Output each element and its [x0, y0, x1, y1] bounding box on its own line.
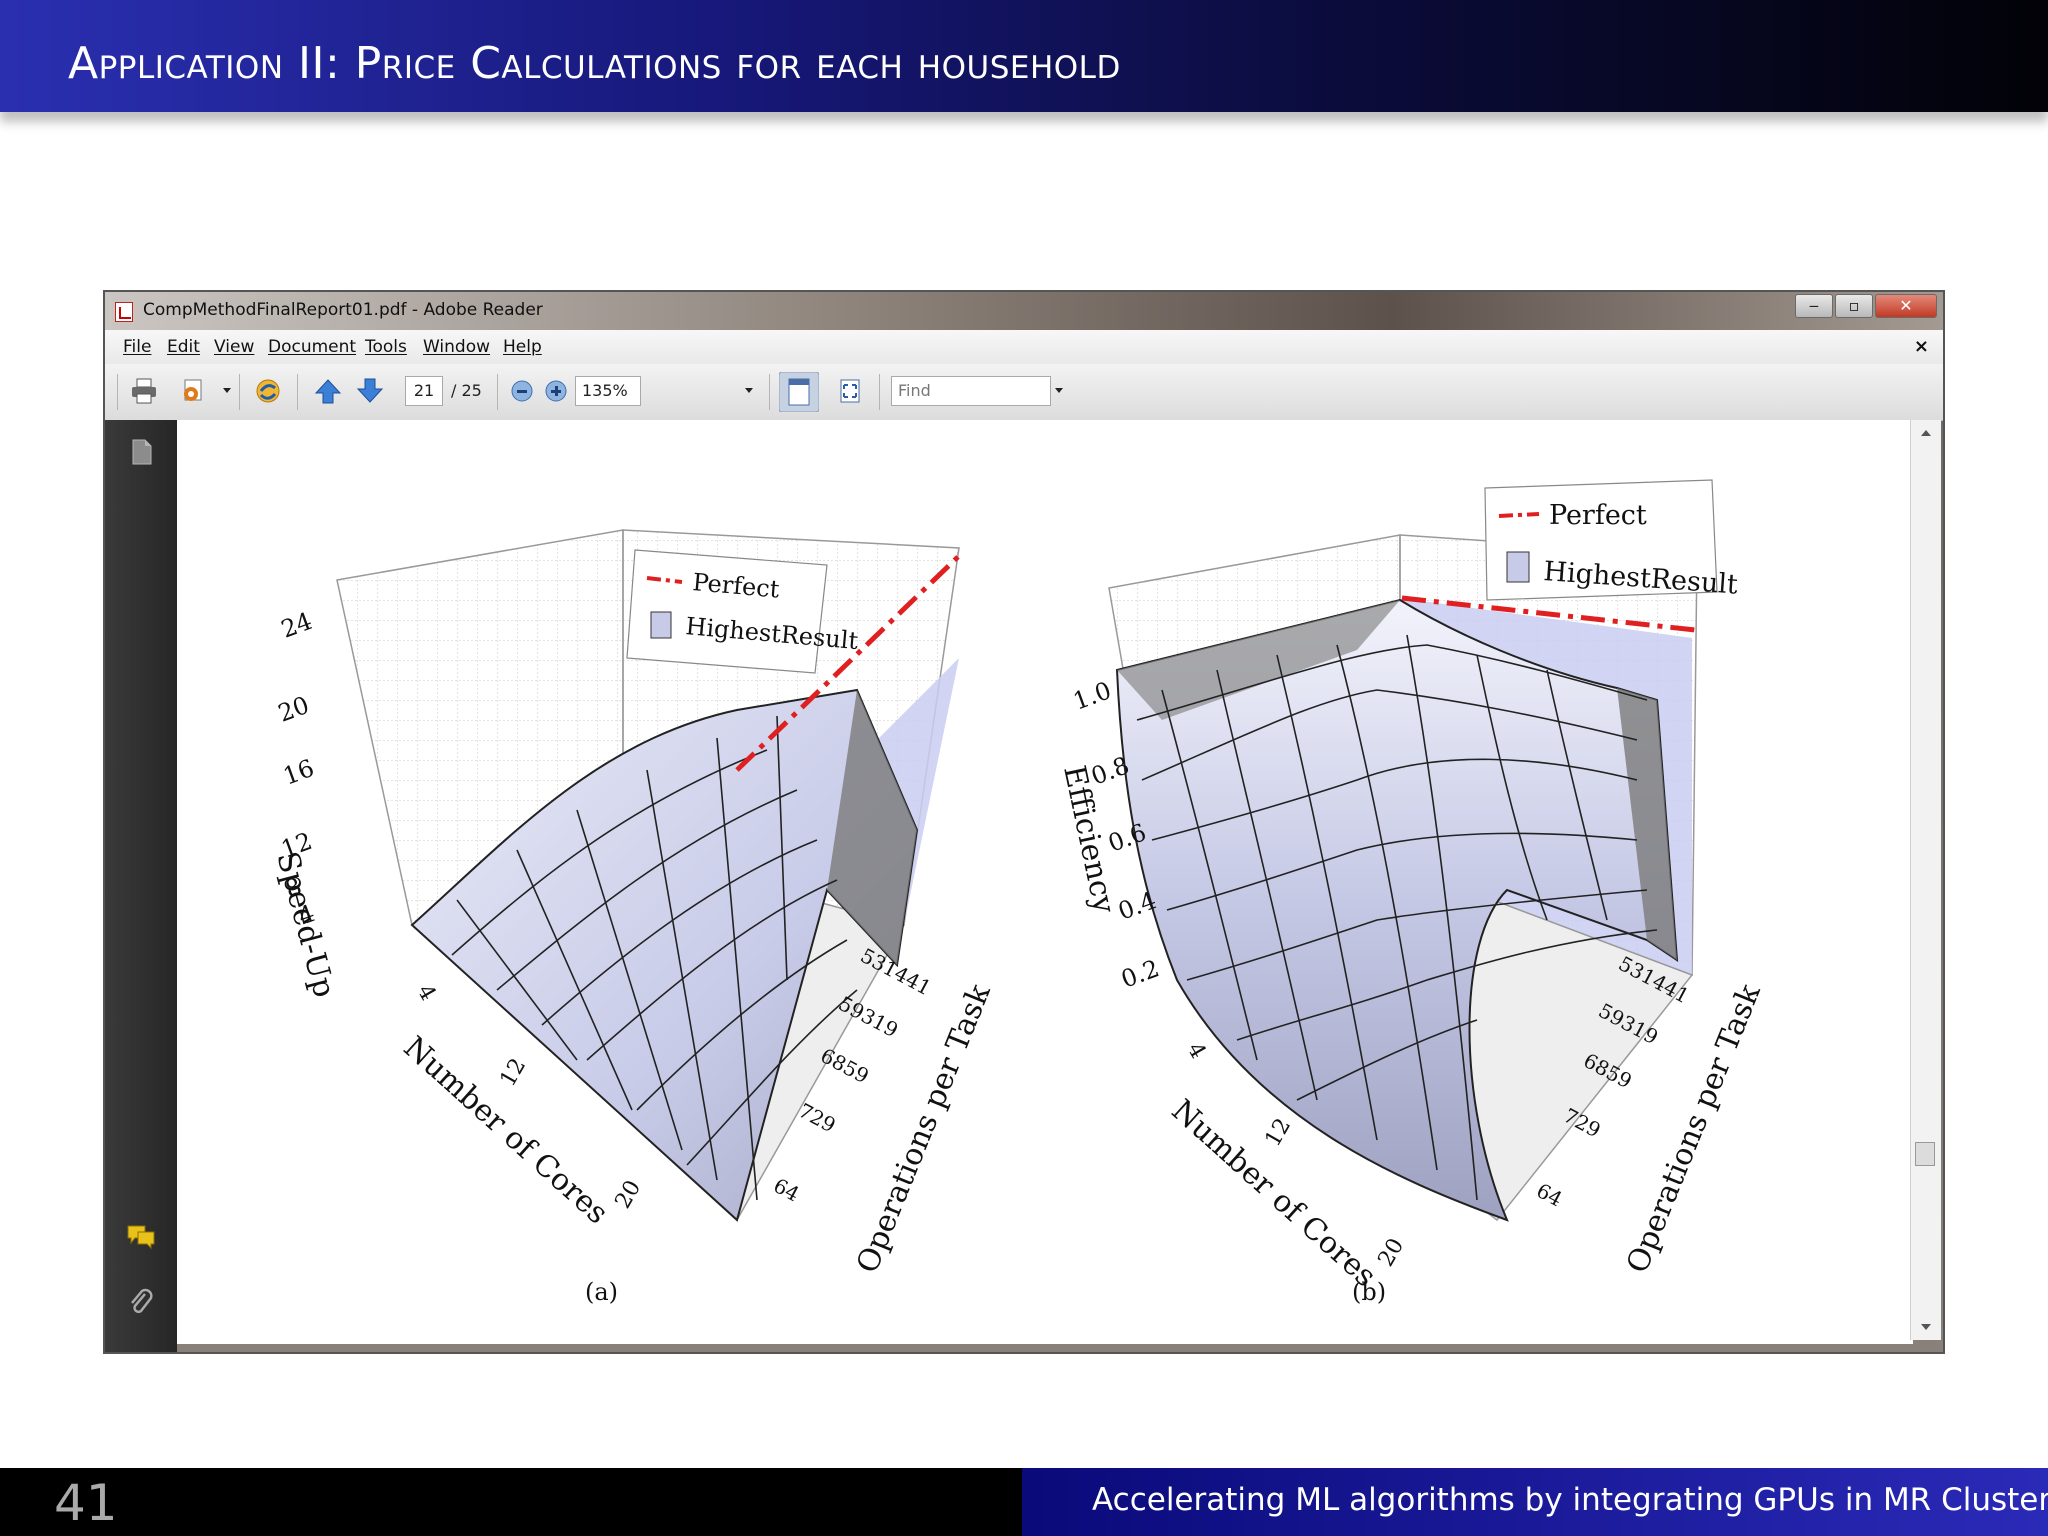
figure-canvas: Perfect HighestResult 4 8 12 16 20 24 Sp…	[269, 479, 1768, 1306]
chart-a-z-tick-16: 16	[279, 754, 317, 791]
menu-bar: File Edit View Document Tools Window Hel…	[105, 330, 1943, 365]
next-page-icon[interactable]	[355, 376, 385, 406]
scroll-up-arrow-icon[interactable]	[1921, 430, 1931, 436]
page-number-input[interactable]: 21	[405, 376, 443, 406]
scroll-down-arrow-icon[interactable]	[1921, 1324, 1931, 1330]
chart-b-legend-perfect-swatch	[1498, 512, 1540, 518]
document-close-button[interactable]: ×	[1914, 336, 1929, 357]
menu-edit[interactable]: Edit	[167, 337, 200, 357]
footer-text: Accelerating ML algorithms by integratin…	[1092, 1482, 2048, 1518]
menu-file[interactable]: File	[123, 337, 151, 357]
window-controls: ‒ ▫ ✕	[1795, 294, 1937, 318]
chart-a-x-tick-4: 4	[412, 981, 441, 1006]
chart-a-legend-highest-swatch	[650, 611, 672, 639]
chart-b: Perfect HighestResult 0.2 0.4 0.6 0.8 1.…	[1056, 479, 1768, 1306]
zoom-level-input[interactable]: 135%	[575, 376, 641, 406]
toolbar-separator	[769, 374, 770, 410]
chart-b-legend: Perfect HighestResult	[1484, 479, 1739, 601]
menu-document[interactable]: Document	[268, 337, 356, 357]
toolbar-separator	[239, 374, 240, 410]
menu-view[interactable]: View	[214, 337, 254, 357]
zoom-out-icon[interactable]	[507, 376, 537, 406]
zoom-dropdown-arrow[interactable]	[745, 388, 753, 393]
chart-a-zlabel: Speed-Up	[269, 848, 341, 1001]
chart-a-z-tick-24: 24	[277, 607, 315, 644]
find-input[interactable]: Find	[891, 376, 1051, 406]
chart-a-y-tick-59319: 59319	[835, 991, 902, 1042]
chart-b-legend-perfect: Perfect	[1549, 500, 1647, 531]
fit-width-icon[interactable]	[779, 372, 819, 412]
pdf-app-icon	[115, 302, 133, 322]
maximize-button[interactable]: ▫	[1835, 294, 1873, 318]
pages-icon[interactable]	[125, 436, 157, 468]
chart-a-z-tick-20: 20	[274, 691, 312, 728]
menu-window[interactable]: Window	[423, 337, 490, 357]
toolbar: 21 / 25 135% Find	[105, 364, 1943, 421]
share-icon[interactable]	[253, 376, 283, 406]
toolbar-separator	[497, 374, 498, 410]
create-pdf-icon[interactable]	[179, 376, 209, 406]
chart-a-x-tick-20: 20	[611, 1176, 647, 1213]
chart-b-z-tick-0.2: 0.2	[1117, 954, 1162, 993]
previous-page-icon[interactable]	[313, 376, 343, 406]
menu-help[interactable]: Help	[503, 337, 542, 357]
chart-b-x-tick-4: 4	[1182, 1039, 1211, 1064]
menu-tools[interactable]: Tools	[365, 337, 407, 357]
page-total: / 25	[451, 381, 482, 400]
slide-title: Application II: Price Calculations for e…	[68, 38, 1121, 89]
vertical-scrollbar[interactable]	[1910, 420, 1941, 1340]
chart-a-caption: (a)	[585, 1278, 618, 1306]
window-title: CompMethodFinalReport01.pdf - Adobe Read…	[143, 300, 543, 320]
close-button[interactable]: ✕	[1875, 294, 1937, 318]
slide-number: 41	[54, 1474, 118, 1532]
chart-a-x-tick-12: 12	[496, 1054, 532, 1091]
slide-header: Application II: Price Calculations for e…	[0, 0, 2048, 112]
document-page: Perfect HighestResult 4 8 12 16 20 24 Sp…	[177, 420, 1913, 1344]
chart-b-z-tick-1.0: 1.0	[1069, 676, 1114, 715]
chart-b-legend-highest-swatch	[1506, 551, 1530, 583]
chart-b-caption: (b)	[1352, 1278, 1386, 1306]
footer-left-band: 41	[0, 1468, 1022, 1536]
full-screen-icon[interactable]	[835, 376, 865, 406]
toolbar-separator	[117, 374, 118, 410]
scroll-thumb[interactable]	[1915, 1142, 1935, 1166]
comments-icon[interactable]	[125, 1220, 157, 1252]
slide-footer: 41 Accelerating ML algorithms by integra…	[0, 1468, 2048, 1536]
chart-b-y-tick-64: 64	[1533, 1178, 1567, 1211]
toolbar-separator	[879, 374, 880, 410]
adobe-reader-window: CompMethodFinalReport01.pdf - Adobe Read…	[103, 290, 1945, 1354]
find-dropdown-arrow[interactable]	[1055, 388, 1063, 393]
chart-a: Perfect HighestResult 4 8 12 16 20 24 Sp…	[269, 529, 998, 1306]
attachments-icon[interactable]	[125, 1286, 157, 1318]
window-titlebar[interactable]: CompMethodFinalReport01.pdf - Adobe Read…	[105, 292, 1943, 330]
print-icon[interactable]	[129, 376, 159, 406]
minimize-button[interactable]: ‒	[1795, 294, 1833, 318]
zoom-in-icon[interactable]	[541, 376, 571, 406]
chart-b-x-tick-12: 12	[1261, 1114, 1297, 1151]
chart-a-y-tick-6859: 6859	[817, 1043, 873, 1088]
navigation-pane	[105, 420, 177, 1352]
create-pdf-dropdown-arrow[interactable]	[223, 388, 231, 393]
toolbar-separator	[297, 374, 298, 410]
chart-a-y-tick-64: 64	[770, 1173, 804, 1206]
